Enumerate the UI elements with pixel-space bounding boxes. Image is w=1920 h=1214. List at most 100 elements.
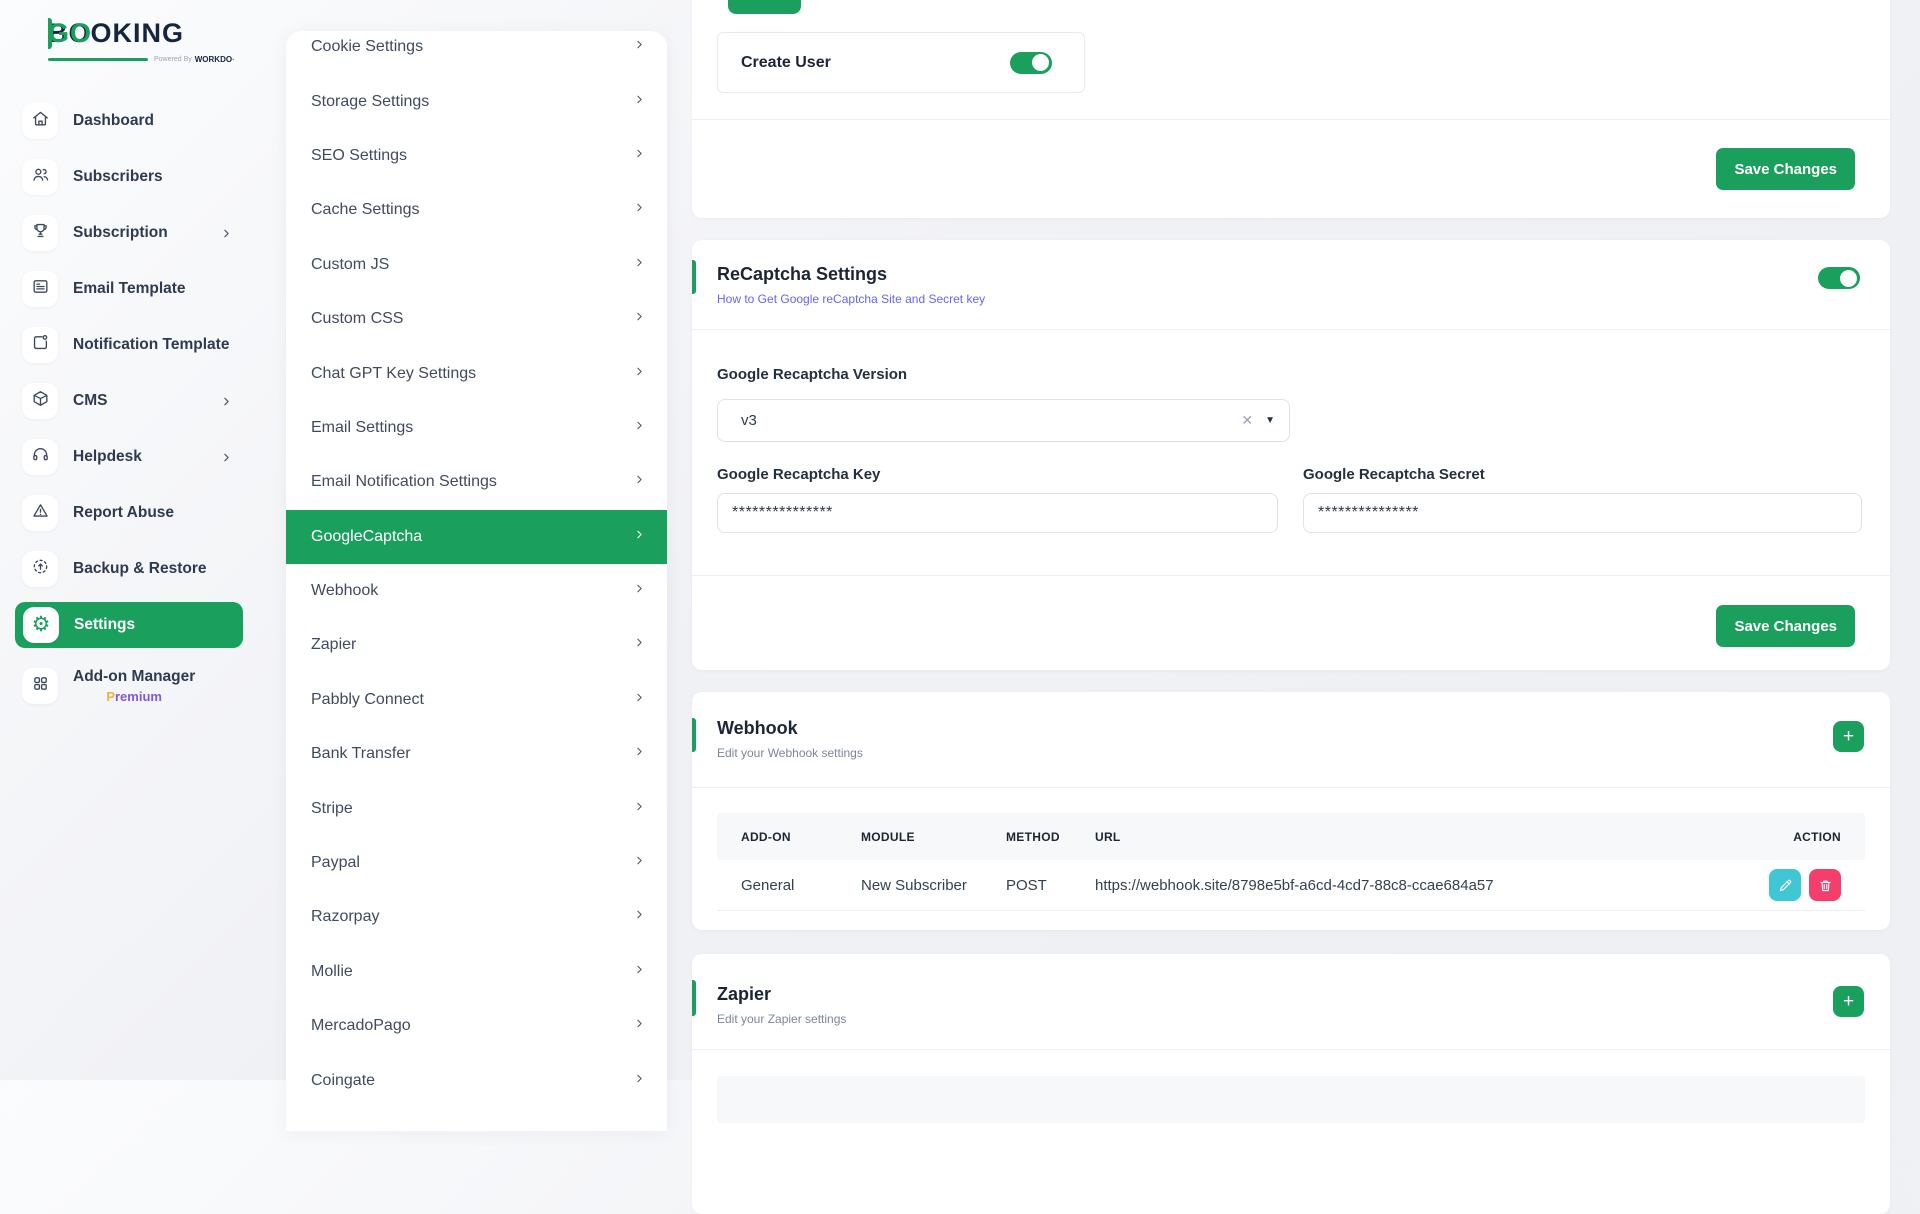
create-user-toggle[interactable] — [1010, 52, 1052, 74]
recaptcha-version-label: Google Recaptcha Version — [717, 366, 907, 383]
clear-icon[interactable]: ✕ — [1241, 412, 1253, 429]
chevron-right-icon — [633, 1017, 646, 1035]
sidebar-menu: Dashboard Subscribers Subscription Email… — [15, 93, 243, 719]
chevron-right-icon — [633, 473, 646, 491]
settings-menu-item-label: Storage Settings — [311, 93, 429, 111]
settings-menu-item-email-notification-settings[interactable]: Email Notification Settings — [286, 455, 667, 509]
chevron-right-icon — [633, 745, 646, 763]
settings-menu-item-seo-settings[interactable]: SEO Settings — [286, 129, 667, 183]
accent-bar — [692, 260, 696, 294]
powered-by-brand: WORKDO· — [195, 55, 235, 64]
settings-menu-item-label: Paypal — [311, 854, 360, 872]
chevron-right-icon — [633, 691, 646, 709]
save-changes-button[interactable]: Save Changes — [1716, 148, 1855, 190]
settings-menu-item-paypal[interactable]: Paypal — [286, 836, 667, 890]
home-icon — [31, 109, 50, 133]
settings-menu-item-coingate[interactable]: Coingate — [286, 1053, 667, 1107]
chevron-right-icon — [633, 1072, 646, 1090]
recaptcha-secret-input[interactable] — [1303, 493, 1862, 533]
chevron-right-icon — [633, 419, 646, 437]
settings-menu-item-razorpay[interactable]: Razorpay — [286, 890, 667, 944]
chevron-right-icon — [220, 451, 233, 464]
sidebar-item-subscription[interactable]: Subscription — [15, 205, 243, 261]
accent-bar — [692, 718, 696, 752]
chevron-right-icon — [633, 963, 646, 981]
settings-menu-item-pabbly-connect[interactable]: Pabbly Connect — [286, 673, 667, 727]
tab-helpdesk[interactable]: Helpdesk — [818, 0, 885, 14]
chevron-right-icon — [633, 582, 646, 600]
create-user-field: Create User — [717, 32, 1085, 93]
recaptcha-key-label: Google Recaptcha Key — [717, 466, 880, 483]
webhook-table: ADD-ONMODULEMETHODURLACTION General New … — [717, 813, 1865, 911]
settings-menu-item-storage-settings[interactable]: Storage Settings — [286, 74, 667, 128]
chevron-right-icon — [633, 854, 646, 872]
sidebar-item-backup-restore[interactable]: Backup & Restore — [15, 541, 243, 597]
cell-method: POST — [1006, 877, 1095, 894]
add-zapier-button[interactable]: + — [1833, 986, 1864, 1017]
sidebar-item-label: Email Template — [73, 280, 186, 298]
sidebar-item-subscribers[interactable]: Subscribers — [15, 149, 243, 205]
settings-menu-item-label: GoogleCaptcha — [311, 528, 422, 546]
settings-menu-item-googlecaptcha[interactable]: GoogleCaptcha — [286, 510, 667, 564]
zapier-card-subtitle: Edit your Zapier settings — [717, 1012, 846, 1026]
settings-menu-item-cookie-settings[interactable]: Cookie Settings — [286, 31, 667, 74]
sidebar-item-dashboard[interactable]: Dashboard — [15, 93, 243, 149]
sidebar-item-settings[interactable]: ⚙ Settings — [15, 602, 243, 648]
settings-menu-item-stripe[interactable]: Stripe — [286, 781, 667, 835]
brand-logo[interactable]: BOOKINGGO Powered By WORKDO· — [48, 18, 235, 64]
settings-menu-item-label: Webhook — [311, 582, 378, 600]
settings-menu-item-label: Razorpay — [311, 908, 379, 926]
settings-menu-item-label: Email Notification Settings — [311, 473, 497, 491]
webhook-card-subtitle: Edit your Webhook settings — [717, 746, 863, 760]
settings-menu-item-webhook[interactable]: Webhook — [286, 564, 667, 618]
settings-menu-item-custom-js[interactable]: Custom JS — [286, 238, 667, 292]
chevron-right-icon — [633, 908, 646, 926]
add-webhook-button[interactable]: + — [1833, 721, 1864, 752]
settings-menu-item-bank-transfer[interactable]: Bank Transfer — [286, 727, 667, 781]
sidebar-item-email-template[interactable]: Email Template — [15, 261, 243, 317]
email-template-icon — [31, 277, 50, 301]
column-header-url: URL — [1095, 830, 1745, 844]
chevron-right-icon — [633, 93, 646, 111]
settings-menu-item-mercadopago[interactable]: MercadoPago — [286, 999, 667, 1053]
column-header-action: ACTION — [1745, 830, 1841, 844]
divider — [692, 575, 1890, 576]
divider — [692, 787, 1890, 788]
settings-menu-item-label: Cache Settings — [311, 201, 420, 219]
cell-module: New Subscriber — [861, 877, 1006, 894]
settings-menu-item-label: Custom CSS — [311, 310, 403, 328]
cell-addon: General — [741, 877, 861, 894]
settings-menu-item-zapier[interactable]: Zapier — [286, 618, 667, 672]
sidebar-item-report-abuse[interactable]: Report Abuse — [15, 485, 243, 541]
delete-button[interactable] — [1809, 869, 1841, 901]
settings-menu-item-cache-settings[interactable]: Cache Settings — [286, 183, 667, 237]
sidebar-item-add-on-manager[interactable]: Add-on Manager Premium — [15, 653, 243, 719]
sidebar-item-cms[interactable]: CMS — [15, 373, 243, 429]
recaptcha-version-select[interactable]: v3 ✕ ▼ — [717, 399, 1290, 442]
settings-menu-item-email-settings[interactable]: Email Settings — [286, 401, 667, 455]
divider — [692, 329, 1890, 330]
column-header-module: MODULE — [861, 830, 1006, 844]
settings-menu-item-label: Stripe — [311, 800, 353, 818]
notification-template-icon — [31, 333, 50, 357]
settings-menu-item-mollie[interactable]: Mollie — [286, 945, 667, 999]
save-changes-button[interactable]: Save Changes — [1716, 605, 1855, 647]
recaptcha-toggle[interactable] — [1818, 267, 1860, 289]
settings-menu-item-custom-css[interactable]: Custom CSS — [286, 292, 667, 346]
chevron-down-icon[interactable]: ▼ — [1265, 415, 1275, 426]
chevron-right-icon — [220, 395, 233, 408]
cube-icon — [31, 389, 50, 413]
edit-button[interactable] — [1769, 869, 1801, 901]
main-content: General Helpdesk Create User Save Change… — [692, 0, 1890, 1214]
zapier-card: Zapier Edit your Zapier settings + — [692, 954, 1890, 1214]
sidebar-item-notification-template[interactable]: Notification Template — [15, 317, 243, 373]
recaptcha-key-input[interactable] — [717, 493, 1278, 533]
chevron-right-icon — [633, 365, 646, 383]
recaptcha-help-link[interactable]: How to Get Google reCaptcha Site and Sec… — [717, 292, 985, 306]
recaptcha-secret-label: Google Recaptcha Secret — [1303, 466, 1485, 483]
settings-menu-item-chat-gpt-key-settings[interactable]: Chat GPT Key Settings — [286, 346, 667, 400]
sidebar-item-helpdesk[interactable]: Helpdesk — [15, 429, 243, 485]
column-header-method: METHOD — [1006, 830, 1095, 844]
tab-general[interactable]: General — [728, 0, 801, 14]
settings-menu-item-label: Zapier — [311, 636, 356, 654]
